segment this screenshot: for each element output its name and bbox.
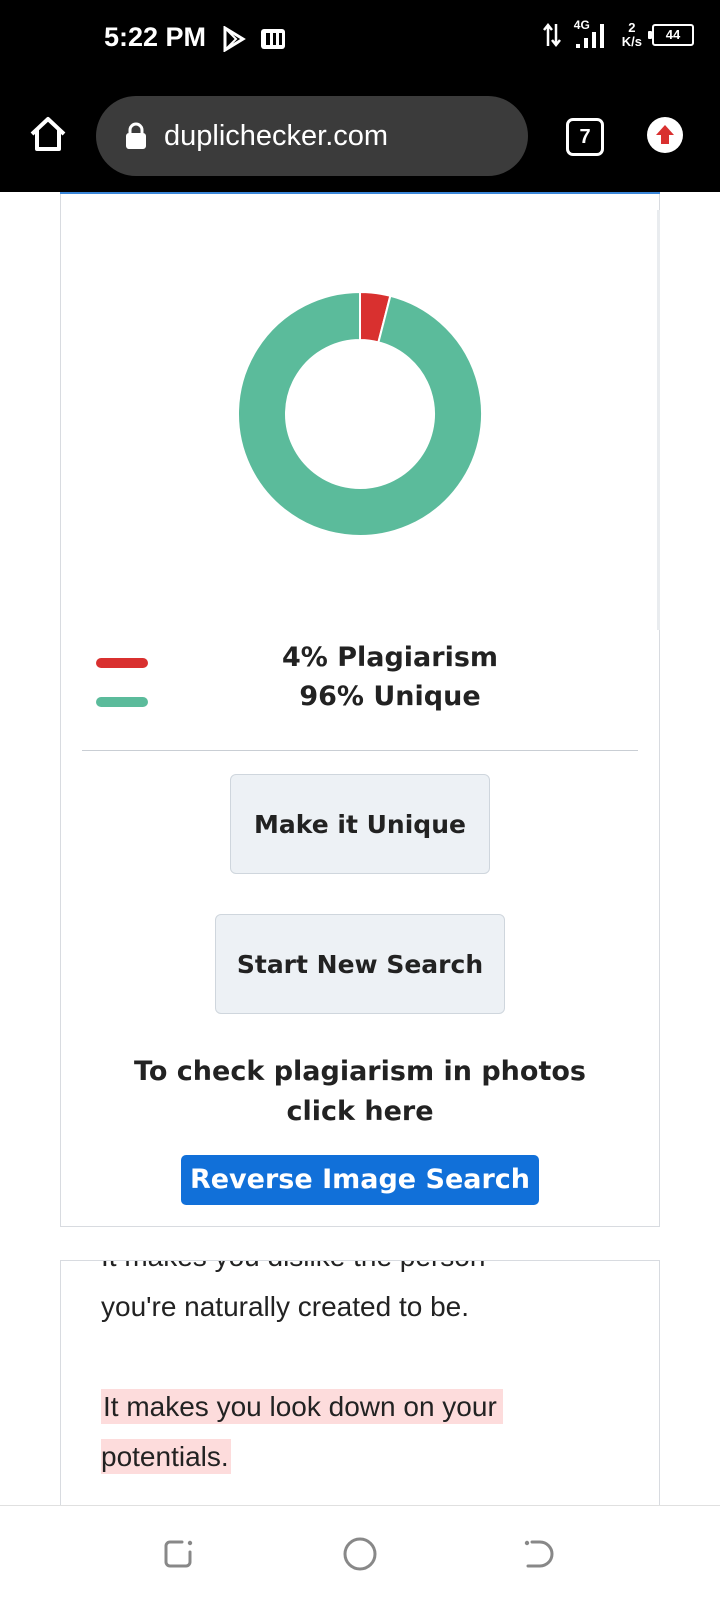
system-navigation-bar [0,1505,720,1601]
photo-check-text: To check plagiarism in photos click here [134,1056,586,1127]
make-unique-button[interactable]: Make it Unique [230,774,490,874]
content-line: you're naturally created to be. [101,1291,470,1322]
highlighted-line: It makes you look down on your [101,1383,503,1431]
result-donut-chart [237,290,483,537]
recents-icon[interactable] [160,1536,196,1572]
scrollbar[interactable] [657,210,660,630]
legend-swatch-unique [96,697,148,707]
data-transfer-icon [542,22,561,48]
tab-switcher-button[interactable]: 7 [566,118,604,156]
network-speed: 2 K/s [621,20,642,49]
tab-count: 7 [579,126,591,148]
home-icon[interactable] [28,114,68,154]
browser-toolbar: duplichecker.com 7 [0,82,720,192]
content-partial-line: It makes you dislike the person [101,1261,485,1281]
app-notification-icon [261,29,285,49]
address-bar[interactable]: duplichecker.com [96,96,528,176]
network-type: 4G [573,18,590,32]
update-icon[interactable] [646,116,684,154]
legend-swatch-plagiarism [96,658,148,668]
url-text: duplichecker.com [164,119,389,152]
divider [82,750,638,751]
plagiarism-percent: 4% Plagiarism [281,642,499,673]
battery-icon: 44 [648,24,694,46]
highlighted-line: potentials. [101,1439,231,1474]
start-new-search-button[interactable]: Start New Search [215,914,505,1014]
home-circle-icon[interactable] [342,1536,378,1572]
reverse-image-search-button[interactable]: Reverse Image Search [181,1155,539,1205]
content-card: It makes you dislike the person you're n… [60,1260,660,1511]
status-time: 5:22 PM [104,22,207,52]
notification-icons [222,26,286,52]
unique-percent: 96% Unique [299,681,481,712]
status-bar: 5:22 PM 4G 2 K/s 44 [0,0,720,82]
system-icons: 4G 2 K/s 44 [542,18,694,50]
signal-icon: 4G [572,18,612,50]
donut-slice-unique [237,290,483,537]
battery-level: 44 [665,27,681,42]
play-store-icon [223,26,246,52]
back-icon[interactable] [520,1536,556,1572]
lock-icon [126,122,146,149]
